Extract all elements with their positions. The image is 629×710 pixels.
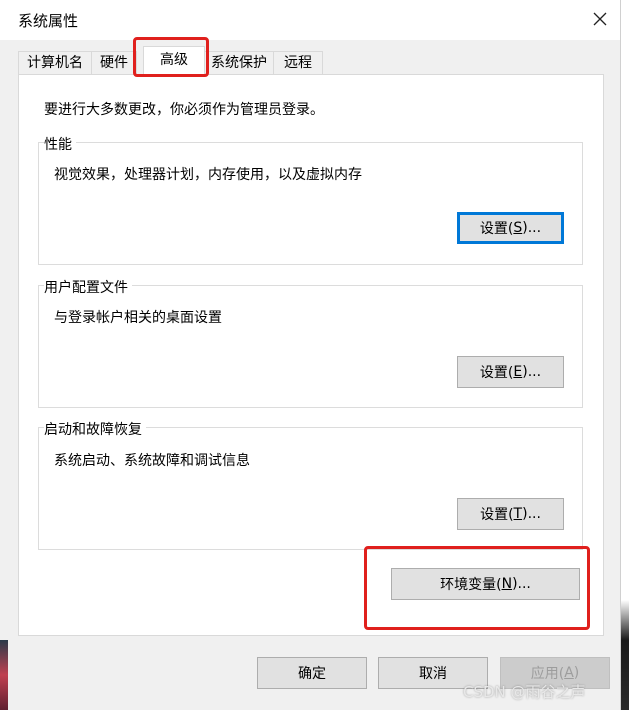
access-key: A	[564, 665, 574, 681]
performance-group	[38, 142, 583, 265]
button-label-prefix: 应用(	[530, 666, 565, 682]
access-key: S	[513, 220, 523, 236]
button-label-prefix: 设置(	[479, 365, 514, 381]
startup-recovery-description: 系统启动、系统故障和调试信息	[54, 453, 250, 469]
access-key: T	[513, 506, 523, 522]
close-button[interactable]	[584, 4, 616, 34]
desktop-background-strip	[620, 0, 629, 710]
tab-hardware[interactable]: 硬件	[91, 51, 137, 75]
button-label-suffix: )...	[522, 220, 542, 236]
user-profiles-group	[38, 285, 583, 408]
admin-notice: 要进行大多数更改，你必须作为管理员登录。	[44, 102, 324, 118]
environment-variables-button[interactable]: 环境变量(N)...	[391, 568, 580, 600]
ok-button[interactable]: 确定	[257, 657, 367, 689]
access-key: N	[501, 576, 513, 592]
user-profiles-description: 与登录帐户相关的桌面设置	[54, 310, 222, 326]
button-label-prefix: 设置(	[480, 507, 514, 523]
tab-system-protection[interactable]: 系统保护	[204, 51, 274, 75]
user-profiles-settings-button[interactable]: 设置(E)...	[457, 356, 564, 388]
startup-recovery-group-title: 启动和故障恢复	[44, 419, 146, 439]
title-bar: 系统属性	[0, 0, 620, 40]
watermark: CSDN @雨谷之声	[463, 683, 586, 701]
tab-advanced[interactable]: 高级	[143, 46, 205, 76]
startup-recovery-settings-button[interactable]: 设置(T)...	[457, 498, 564, 530]
access-key: E	[513, 364, 523, 380]
startup-recovery-group	[38, 427, 583, 550]
system-properties-window: 系统属性 计算机名 硬件 高级 系统保护 远程 要进行大多数更改，你必须作为管理…	[0, 0, 620, 710]
button-label-suffix: )...	[522, 364, 542, 380]
window-title: 系统属性	[18, 12, 79, 30]
performance-description: 视觉效果，处理器计划，内存使用，以及虚拟内存	[54, 167, 362, 183]
performance-settings-button[interactable]: 设置(S)...	[457, 212, 564, 244]
button-label-suffix: )...	[512, 576, 531, 592]
user-profiles-group-title: 用户配置文件	[44, 277, 132, 297]
button-label-suffix: )	[573, 665, 580, 681]
button-label-prefix: 环境变量(	[440, 577, 502, 593]
tab-remote[interactable]: 远程	[273, 51, 323, 75]
close-icon	[593, 12, 607, 26]
performance-group-title: 性能	[44, 134, 76, 154]
desktop-wallpaper-edge	[0, 640, 8, 710]
button-label-prefix: 设置(	[479, 221, 514, 237]
button-label-suffix: )...	[522, 506, 541, 522]
tab-computer-name[interactable]: 计算机名	[18, 51, 92, 75]
